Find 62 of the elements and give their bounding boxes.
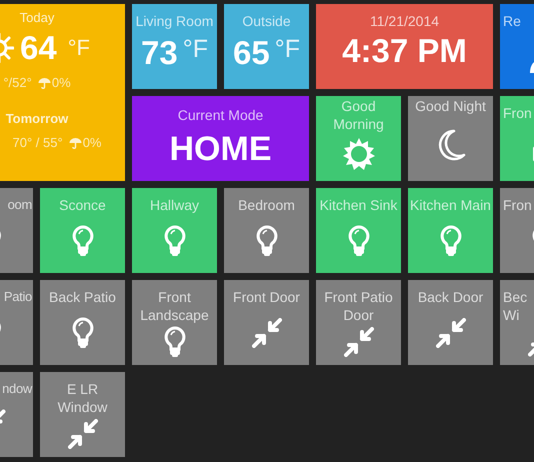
contact-tile[interactable]: Back Door — [408, 280, 493, 365]
routine-tile[interactable]: Good Night — [408, 96, 493, 181]
tile-label: Good Night — [414, 97, 487, 115]
tile-label: Current Mode — [176, 106, 264, 124]
sun-icon — [342, 137, 376, 171]
light-tile[interactable]: Kitchen Main — [408, 188, 493, 273]
tile-label: Fron — [502, 196, 533, 214]
tile-label: Bec Wi — [502, 288, 528, 324]
temperature-range: °/52° — [3, 75, 32, 90]
light-tile[interactable]: Fron — [500, 188, 534, 273]
temperature-range: 70° / 55° — [12, 135, 63, 150]
temperature-value: 64 — [20, 29, 57, 67]
routine-tile[interactable]: Good Morning — [316, 96, 401, 181]
today-label: Today — [20, 9, 54, 27]
temperature-value: 73 — [141, 34, 178, 71]
tile-label: Kitchen Main — [409, 196, 492, 214]
contact-tile[interactable]: Bec Wi — [500, 280, 534, 365]
contact-tile[interactable]: E LR Window — [40, 372, 125, 457]
tile-label: oom — [6, 196, 33, 214]
light-tile[interactable]: Patio — [0, 280, 33, 365]
tile-label: Kitchen Sink — [318, 196, 398, 214]
tile-label: Back Door — [416, 288, 484, 306]
light-tile[interactable]: Hallway — [132, 188, 217, 273]
tile[interactable]: Re — [500, 4, 534, 89]
precipitation-chance: 0% — [82, 135, 102, 150]
contact-tile[interactable]: Front Patio Door — [316, 280, 401, 365]
tile-label: Front Patio Door — [323, 288, 394, 324]
tile-label: Hallway — [148, 196, 200, 214]
tile-label: Fron — [502, 104, 533, 122]
temperature-unit: °F — [182, 35, 208, 63]
temperature-unit: °F — [68, 34, 90, 62]
umbrella-icon — [68, 136, 82, 148]
temperature-unit: °F — [274, 35, 300, 63]
light-tile[interactable]: Back Patio — [40, 280, 125, 365]
temperature-value: 65 — [233, 34, 270, 71]
light-tile[interactable]: Front Landscape — [132, 280, 217, 365]
tile-label: Back Patio — [48, 288, 117, 306]
light-tile[interactable]: Sconce — [40, 188, 125, 273]
light-tile[interactable]: oom — [0, 188, 33, 273]
mode-value: HOME — [170, 130, 272, 168]
tile-label: Re — [502, 12, 522, 30]
tile-label: Front Landscape — [139, 288, 210, 324]
tile-label: Front Door — [232, 288, 301, 306]
tile-label: Living Room — [134, 12, 214, 30]
tile-label: Good Morning — [332, 97, 385, 133]
date-text: 11/21/2014 — [368, 12, 440, 30]
mode-tile[interactable]: Current Mode HOME — [132, 96, 309, 181]
contact-tile[interactable]: Front Door — [224, 280, 309, 365]
tile-label: ndow — [1, 380, 33, 398]
contact-tile[interactable]: ndow — [0, 372, 33, 457]
tile-label: Sconce — [58, 196, 107, 214]
tomorrow-label: Tomorrow — [6, 110, 68, 128]
light-tile[interactable]: Bedroom — [224, 188, 309, 273]
light-tile[interactable]: Kitchen Sink — [316, 188, 401, 273]
tile-label: Outside — [241, 12, 292, 30]
lock-tile[interactable]: Fron — [500, 96, 534, 181]
tile-label: E LR Window — [56, 380, 108, 416]
time-text: 4:37 PM — [342, 32, 467, 70]
tile-label: Bedroom — [237, 196, 296, 214]
umbrella-icon — [38, 76, 51, 88]
tile-label: Patio — [2, 288, 33, 306]
precipitation-chance: 0% — [52, 75, 71, 90]
